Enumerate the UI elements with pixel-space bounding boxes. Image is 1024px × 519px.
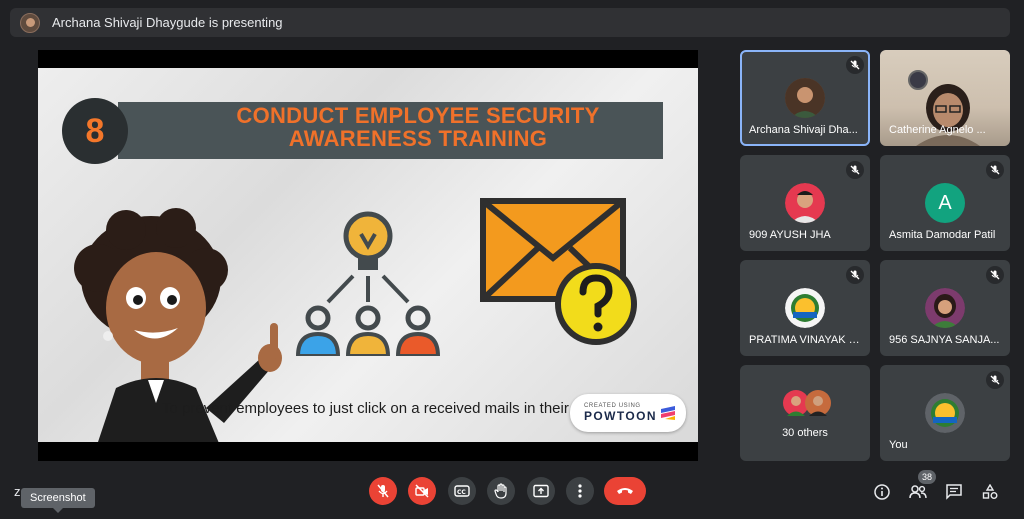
present-now-button[interactable]	[527, 477, 555, 505]
camera-off-button[interactable]	[408, 477, 436, 505]
raise-hand-button[interactable]	[487, 477, 515, 505]
team-idea-icon	[295, 211, 441, 356]
muted-mic-icon	[846, 56, 864, 74]
meeting-code: z	[14, 484, 21, 499]
activities-button[interactable]	[979, 481, 1001, 503]
mic-off-button[interactable]	[369, 477, 397, 505]
avatar-initial: A	[925, 183, 965, 223]
others-tile[interactable]: 30 others	[740, 365, 870, 461]
people-button[interactable]	[907, 481, 929, 503]
muted-mic-icon	[846, 161, 864, 179]
email-question-icon	[480, 198, 637, 345]
muted-mic-icon	[986, 161, 1004, 179]
more-vertical-icon	[578, 484, 582, 498]
chat-button[interactable]	[943, 481, 965, 503]
avatar	[785, 78, 825, 118]
present-screen-icon	[533, 484, 549, 498]
powtoon-logo-icon	[661, 406, 675, 420]
slide-number: 8	[62, 98, 128, 164]
others-avatars	[783, 390, 831, 416]
meeting-details-button[interactable]	[871, 481, 893, 503]
people-icon	[909, 485, 927, 499]
participant-tile-pratima[interactable]: PRATIMA VINAYAK G...	[740, 260, 870, 356]
participant-tile-sajnya[interactable]: 956 SAJNYA SANJA...	[880, 260, 1010, 356]
more-options-button[interactable]	[566, 477, 594, 505]
leave-call-button[interactable]	[604, 477, 646, 505]
powtoon-watermark: CREATED USING POWTOON	[570, 394, 686, 432]
avatar	[785, 183, 825, 223]
camera-off-icon	[415, 484, 429, 498]
participant-tile-asmita[interactable]: A Asmita Damodar Patil	[880, 155, 1010, 251]
anniversary-logo-avatar	[925, 393, 965, 433]
presenter-avatar	[20, 12, 40, 33]
participant-tile-ayush[interactable]: 909 AYUSH JHA	[740, 155, 870, 251]
activities-shapes-icon	[982, 484, 998, 499]
info-icon	[874, 484, 890, 500]
presentation-slide: 8 CONDUCT EMPLOYEE SECURITY AWARENESS TR…	[38, 68, 698, 442]
participant-tile-catherine[interactable]: Catherine Agnelo ...	[880, 50, 1010, 146]
muted-mic-icon	[986, 266, 1004, 284]
avatar	[925, 288, 965, 328]
closed-captions-icon: CC	[454, 485, 470, 497]
anniversary-logo-avatar	[785, 288, 825, 328]
muted-mic-icon	[986, 371, 1004, 389]
others-count: 30 others	[782, 427, 828, 439]
slide-caption: To prevent employees to just click on a …	[162, 400, 569, 417]
screenshot-tooltip: Screenshot	[21, 488, 95, 513]
captions-button[interactable]: CC	[448, 477, 476, 505]
shared-screen[interactable]: 8 CONDUCT EMPLOYEE SECURITY AWARENESS TR…	[38, 50, 698, 461]
chat-icon	[946, 484, 962, 500]
svg-text:CC: CC	[457, 489, 466, 496]
slide-title: CONDUCT EMPLOYEE SECURITY AWARENESS TRAI…	[236, 103, 600, 151]
mic-off-icon	[377, 484, 389, 498]
hang-up-icon	[617, 488, 633, 494]
meet-window: Archana Shivaji Dhaygude is presenting 8…	[0, 0, 1024, 519]
participant-tile-archana[interactable]: Archana Shivaji Dha...	[740, 50, 870, 146]
hand-icon	[494, 483, 507, 499]
self-tile[interactable]: You	[880, 365, 1010, 461]
presenting-bar: Archana Shivaji Dhaygude is presenting	[10, 8, 1010, 37]
muted-mic-icon	[846, 266, 864, 284]
people-count-badge: 38	[918, 470, 936, 484]
presenting-text: Archana Shivaji Dhaygude is presenting	[52, 15, 283, 30]
